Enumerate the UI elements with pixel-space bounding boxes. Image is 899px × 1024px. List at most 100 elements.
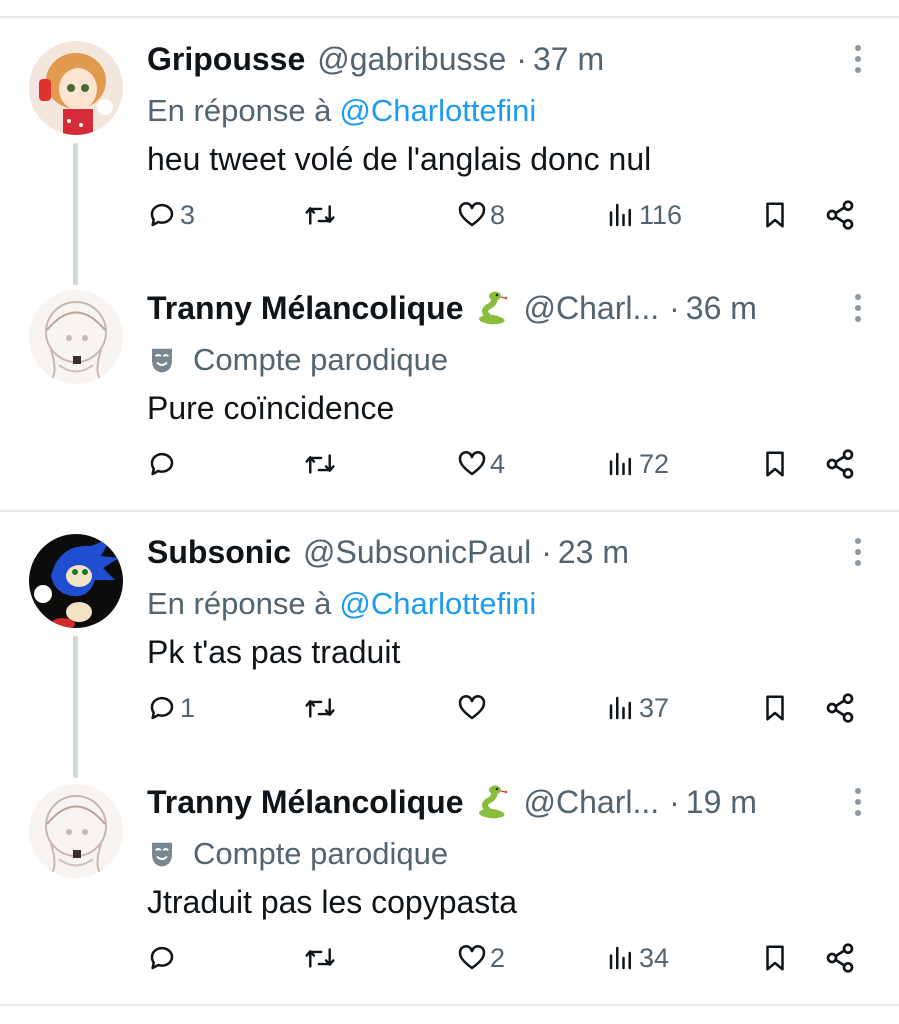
more-options-icon[interactable]	[852, 788, 864, 818]
retweet-icon	[305, 205, 335, 225]
share-icon	[826, 200, 854, 230]
user-handle[interactable]: @Charl...	[524, 784, 660, 821]
display-name[interactable]: Tranny Mélancolique	[147, 290, 464, 327]
views-chart-icon	[609, 946, 631, 970]
reply-icon	[150, 203, 174, 227]
retweet-icon	[305, 454, 335, 474]
share-button[interactable]	[824, 442, 856, 486]
user-handle[interactable]: @gabribusse	[317, 41, 506, 78]
share-button[interactable]	[824, 936, 856, 980]
tweet-text: Pk t'as pas traduit	[147, 634, 401, 670]
action-bar: 4 72	[147, 442, 867, 486]
reply-prefix: En réponse à	[147, 586, 332, 621]
reply-button[interactable]	[147, 936, 180, 980]
theater-mask-icon	[152, 842, 172, 867]
snake-emoji-icon	[478, 785, 507, 819]
user-handle[interactable]: @SubsonicPaul	[303, 534, 531, 571]
timestamp[interactable]: 37 m	[533, 41, 604, 78]
tweet-header: Gripousse @gabribusse · 37 m	[147, 41, 604, 77]
more-options-icon[interactable]	[852, 294, 864, 324]
heart-icon	[458, 695, 486, 720]
bookmark-icon	[766, 695, 784, 721]
retweet-button[interactable]	[303, 936, 340, 980]
bookmark-button[interactable]	[760, 936, 790, 980]
views-button[interactable]: 37	[606, 686, 669, 730]
heart-icon	[458, 202, 486, 227]
tweet-header: Tranny Mélancolique @Charl... · 19 m	[147, 784, 757, 820]
reply-to-link[interactable]: @Charlottefini	[339, 93, 536, 129]
bookmark-button[interactable]	[760, 193, 790, 237]
display-name[interactable]: Gripousse	[147, 41, 305, 78]
bookmark-button[interactable]	[760, 686, 790, 730]
tweet-header: Tranny Mélancolique @Charl... · 36 m	[147, 290, 757, 326]
bookmark-icon	[766, 945, 784, 971]
bookmark-button[interactable]	[760, 442, 790, 486]
views-count: 37	[639, 692, 670, 723]
retweet-button[interactable]	[303, 442, 340, 486]
share-icon	[826, 693, 854, 723]
like-button[interactable]: 2	[457, 936, 505, 980]
retweet-icon	[305, 698, 335, 718]
share-button[interactable]	[824, 193, 856, 237]
theater-mask-icon	[152, 348, 172, 373]
top-divider	[0, 16, 899, 18]
tweet-header: Subsonic @SubsonicPaul · 23 m	[147, 534, 629, 570]
reply-count: 3	[180, 199, 196, 230]
heart-icon	[458, 945, 486, 970]
timestamp[interactable]: 23 m	[558, 534, 629, 571]
avatar[interactable]	[29, 41, 123, 135]
views-button[interactable]: 72	[606, 442, 669, 486]
snake-emoji-icon	[478, 291, 507, 325]
reply-count: 1	[180, 692, 196, 723]
thread-line	[73, 143, 78, 285]
thread-line	[73, 636, 78, 778]
display-name[interactable]: Tranny Mélancolique	[147, 784, 464, 821]
action-bar: 2 34	[147, 936, 867, 980]
views-chart-icon	[609, 203, 631, 227]
parody-badge: Compte parodique	[147, 836, 448, 872]
views-button[interactable]: 116	[606, 193, 682, 237]
heart-icon	[458, 451, 486, 476]
retweet-icon	[305, 948, 335, 968]
share-button[interactable]	[824, 686, 856, 730]
separator-dot: ·	[516, 40, 527, 77]
retweet-button[interactable]	[303, 193, 340, 237]
like-count: 8	[490, 199, 506, 230]
user-handle[interactable]: @Charl...	[524, 290, 660, 327]
more-options-icon[interactable]	[852, 45, 864, 75]
reply-button[interactable]	[147, 442, 180, 486]
timestamp[interactable]: 36 m	[686, 290, 757, 327]
reply-button[interactable]: 3	[147, 193, 195, 237]
reply-to-link[interactable]: @Charlottefini	[339, 586, 536, 622]
like-button[interactable]: 8	[457, 193, 505, 237]
tweet-text: Pure coïncidence	[147, 390, 395, 426]
like-button[interactable]	[457, 686, 490, 730]
separator-dot: ·	[669, 783, 680, 820]
avatar[interactable]	[29, 290, 123, 384]
retweet-button[interactable]	[303, 686, 340, 730]
display-name[interactable]: Subsonic	[147, 534, 291, 571]
like-count: 2	[490, 942, 506, 973]
action-bar: 1 37	[147, 686, 867, 730]
bookmark-icon	[766, 202, 784, 228]
reply-icon	[150, 452, 174, 476]
share-icon	[826, 449, 854, 479]
avatar[interactable]	[29, 784, 123, 878]
views-chart-icon	[609, 452, 631, 476]
reply-icon	[150, 696, 174, 720]
avatar[interactable]	[29, 534, 123, 628]
action-bar: 3 8 116	[147, 193, 867, 237]
share-icon	[826, 943, 854, 973]
like-count: 4	[490, 448, 506, 479]
like-button[interactable]: 4	[457, 442, 505, 486]
reply-button[interactable]: 1	[147, 686, 195, 730]
views-button[interactable]: 34	[606, 936, 669, 980]
reply-context: En réponse à @Charlottefini	[147, 93, 536, 129]
separator-dot: ·	[541, 533, 552, 570]
separator-dot: ·	[669, 289, 680, 326]
timestamp[interactable]: 19 m	[686, 784, 757, 821]
more-options-icon[interactable]	[852, 538, 864, 568]
reply-context: En réponse à @Charlottefini	[147, 586, 536, 622]
views-count: 34	[639, 942, 670, 973]
reply-icon	[150, 946, 174, 970]
